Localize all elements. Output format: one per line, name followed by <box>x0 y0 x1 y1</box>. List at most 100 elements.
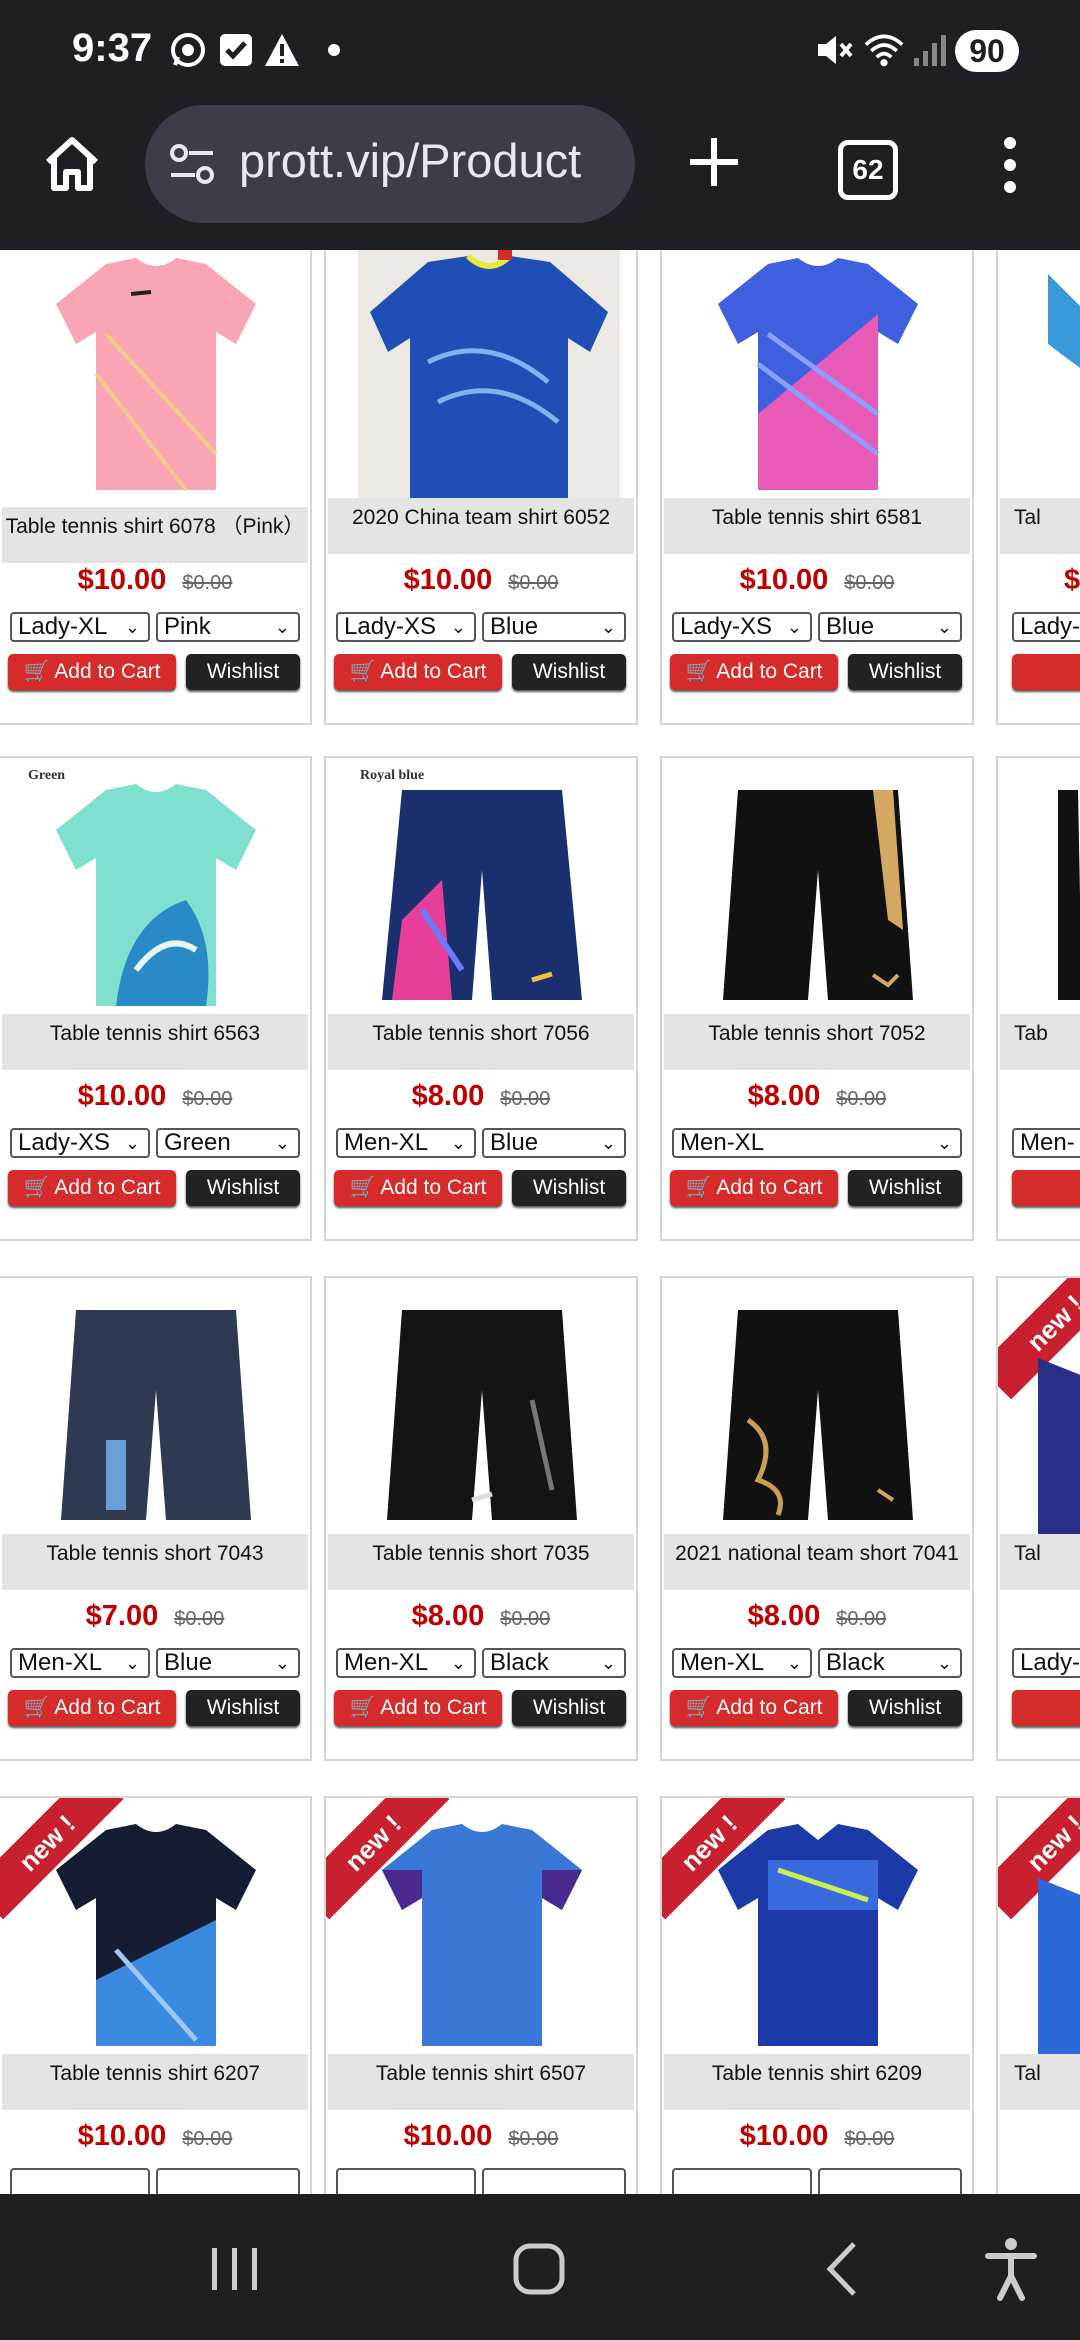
address-bar[interactable]: prott.vip/Product <box>145 105 635 223</box>
url-text[interactable]: prott.vip/Product <box>239 133 581 188</box>
add-to-cart-button[interactable]: 🛒 Add to Cart <box>334 654 502 690</box>
color-select[interactable] <box>482 2168 626 2194</box>
product-name[interactable]: Table tennis short 7043 <box>2 1534 308 1590</box>
add-to-cart-button[interactable]: 🛒 <box>1012 654 1080 690</box>
add-to-cart-button[interactable]: 🛒 <box>1012 1170 1080 1206</box>
home-icon[interactable] <box>504 2234 574 2304</box>
site-settings-icon[interactable] <box>167 143 217 187</box>
product-card[interactable]: Green Table tennis shirt 6563 $10.00 $0.0… <box>0 756 312 1241</box>
add-to-cart-button[interactable]: 🛒 Add to Cart <box>8 1690 176 1726</box>
wishlist-button[interactable]: Wishlist <box>848 654 962 690</box>
product-card[interactable]: new ! Table tennis shirt 6209 $10.00 $0.0… <box>660 1796 974 2194</box>
size-select[interactable]: Men-XL ⌄ <box>10 1648 150 1678</box>
size-select[interactable]: Lady-XL ⌄ <box>10 612 150 642</box>
home-icon[interactable] <box>40 132 104 196</box>
add-to-cart-button[interactable]: 🛒 Add to Cart <box>334 1170 502 1206</box>
color-select[interactable] <box>156 2168 300 2194</box>
product-image[interactable] <box>998 770 1080 1010</box>
color-select[interactable]: Blue ⌄ <box>482 1128 626 1158</box>
size-select[interactable]: Men- <box>1012 1128 1080 1158</box>
product-name[interactable]: Table tennis shirt 6563 <box>2 1014 308 1070</box>
color-select[interactable]: Blue ⌄ <box>156 1648 300 1678</box>
product-name[interactable]: Tab <box>1000 1014 1080 1070</box>
accessibility-icon[interactable] <box>976 2234 1046 2304</box>
recents-icon[interactable] <box>200 2234 270 2304</box>
size-select[interactable]: Men-XL ⌄ <box>672 1128 962 1158</box>
wishlist-button[interactable]: Wishlist <box>186 654 300 690</box>
product-card[interactable]: Table tennis short 7043 $7.00 $0.00 Men-X… <box>0 1276 312 1761</box>
product-card[interactable]: 2021 national team short 7041 $8.00 $0.00… <box>660 1276 974 1761</box>
wishlist-button[interactable]: Wishlist <box>512 1690 626 1726</box>
new-tab-button[interactable] <box>684 132 744 192</box>
color-select[interactable]: Pink ⌄ <box>156 612 300 642</box>
size-select[interactable] <box>672 2168 812 2194</box>
product-image[interactable] <box>36 1810 276 2050</box>
wishlist-button[interactable]: Wishlist <box>848 1170 962 1206</box>
product-image[interactable] <box>698 254 938 494</box>
size-select[interactable]: Lady-XS ⌄ <box>672 612 812 642</box>
menu-icon[interactable] <box>995 135 1025 195</box>
wishlist-button[interactable]: Wishlist <box>848 1690 962 1726</box>
back-icon[interactable] <box>808 2234 878 2304</box>
size-select[interactable]: Men-XL ⌄ <box>672 1648 812 1678</box>
size-select[interactable]: Lady- <box>1012 612 1080 642</box>
size-select[interactable]: Men-XL ⌄ <box>336 1648 476 1678</box>
product-card[interactable]: Table tennis short 7052 $8.00 $0.00 Men-X… <box>660 756 974 1241</box>
product-card[interactable]: Tab Men- 🛒 <box>996 756 1080 1241</box>
product-name[interactable]: Tal <box>1000 1534 1080 1590</box>
product-card[interactable]: Table tennis shirt 6581 $10.00 $0.00 Lady… <box>660 250 974 725</box>
product-image[interactable] <box>362 770 602 1010</box>
product-image[interactable] <box>36 1290 276 1530</box>
product-card[interactable]: Tal $ Lady- 🛒 <box>996 250 1080 725</box>
add-to-cart-button[interactable]: 🛒 Add to Cart <box>8 654 176 690</box>
product-name[interactable]: Table tennis short 7035 <box>328 1534 634 1590</box>
product-name[interactable]: Table tennis shirt 6078 （Pink） <box>2 507 308 563</box>
product-name[interactable]: Table tennis shirt 6207 <box>2 2054 308 2110</box>
product-name[interactable]: Table tennis shirt 6507 <box>328 2054 634 2110</box>
product-name[interactable]: 2021 national team short 7041 <box>664 1534 970 1590</box>
wishlist-button[interactable]: Wishlist <box>186 1170 300 1206</box>
color-select[interactable]: Blue ⌄ <box>818 612 962 642</box>
add-to-cart-button[interactable]: 🛒 Add to Cart <box>670 1690 838 1726</box>
color-select[interactable]: Black ⌄ <box>818 1648 962 1678</box>
product-image[interactable] <box>36 254 276 494</box>
add-to-cart-button[interactable]: 🛒 Add to Cart <box>670 654 838 690</box>
size-select[interactable]: Lady-XS ⌄ <box>336 612 476 642</box>
add-to-cart-button[interactable]: 🛒 Add to Cart <box>334 1690 502 1726</box>
product-card[interactable]: new ! Tal <box>996 1796 1080 2194</box>
add-to-cart-button[interactable]: 🛒 Add to Cart <box>8 1170 176 1206</box>
wishlist-button[interactable]: Wishlist <box>512 654 626 690</box>
product-image[interactable] <box>36 770 276 1010</box>
product-name[interactable]: Tal <box>1000 2054 1080 2110</box>
product-name[interactable]: Table tennis short 7056 <box>328 1014 634 1070</box>
size-select[interactable]: Lady-XS ⌄ <box>10 1128 150 1158</box>
product-name[interactable]: 2020 China team shirt 6052 <box>328 498 634 554</box>
product-card[interactable]: new ! Table tennis shirt 6207 $10.00 $0.0… <box>0 1796 312 2194</box>
product-name[interactable]: Table tennis shirt 6209 <box>664 2054 970 2110</box>
product-image[interactable] <box>358 250 620 504</box>
color-select[interactable] <box>818 2168 962 2194</box>
wishlist-button[interactable]: Wishlist <box>512 1170 626 1206</box>
product-name[interactable]: Tal <box>1000 498 1080 554</box>
add-to-cart-button[interactable]: 🛒 Add to Cart <box>670 1170 838 1206</box>
product-image[interactable] <box>362 1290 602 1530</box>
product-name[interactable]: Table tennis shirt 6581 <box>664 498 970 554</box>
product-image[interactable] <box>998 254 1080 494</box>
add-to-cart-button[interactable]: 🛒 <box>1012 1690 1080 1726</box>
product-card[interactable]: new ! Tal Lady- 🛒 <box>996 1276 1080 1761</box>
product-card[interactable]: Table tennis short 7035 $8.00 $0.00 Men-X… <box>324 1276 638 1761</box>
product-image[interactable] <box>698 770 938 1010</box>
size-select[interactable]: Lady- <box>1012 1648 1080 1678</box>
wishlist-button[interactable]: Wishlist <box>186 1690 300 1726</box>
size-select[interactable] <box>336 2168 476 2194</box>
color-select[interactable]: Blue ⌄ <box>482 612 626 642</box>
color-select[interactable]: Green ⌄ <box>156 1128 300 1158</box>
product-name[interactable]: Table tennis short 7052 <box>664 1014 970 1070</box>
size-select[interactable] <box>10 2168 150 2194</box>
tab-switcher-button[interactable]: 62 <box>838 140 898 200</box>
product-card[interactable]: 2020 China team shirt 6052 $10.00 $0.00 L… <box>324 250 638 725</box>
product-image[interactable] <box>698 1290 938 1530</box>
product-card[interactable]: new ! Table tennis shirt 6507 $10.00 $0.0… <box>324 1796 638 2194</box>
product-image[interactable] <box>362 1810 602 2050</box>
product-image[interactable] <box>698 1810 938 2050</box>
